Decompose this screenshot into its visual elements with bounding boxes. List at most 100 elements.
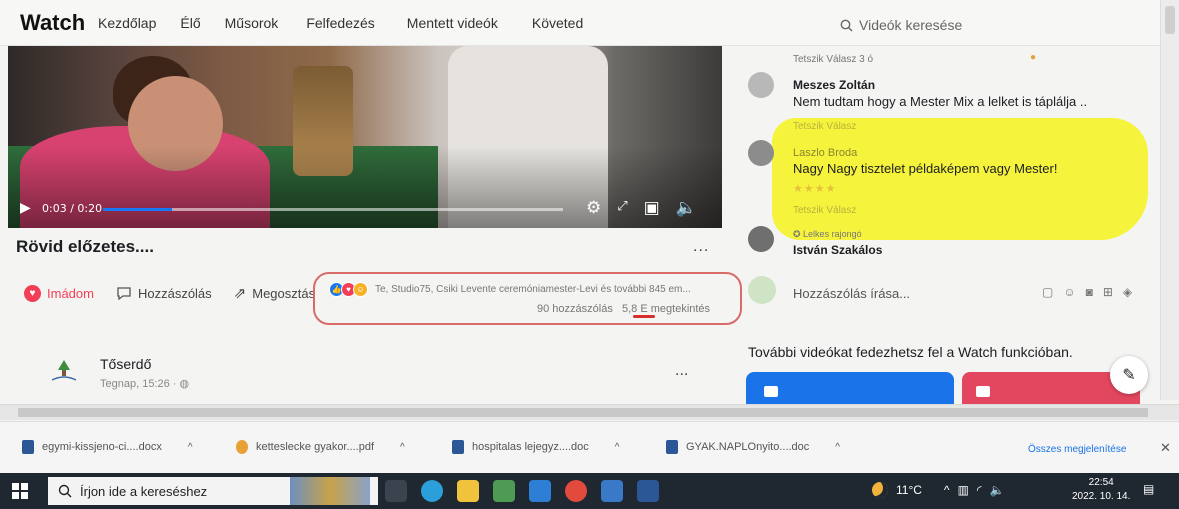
share-button[interactable]: ⇗ Megosztás bbox=[234, 284, 315, 302]
care-reaction-icon: ☺ bbox=[353, 282, 368, 297]
show-all-downloads-link[interactable]: Összes megjelenítése bbox=[1028, 444, 1126, 455]
comment-author[interactable]: Meszes Zoltán bbox=[793, 78, 875, 92]
play-icon[interactable]: ▶ bbox=[20, 199, 31, 216]
nav-home[interactable]: Kezdőlap bbox=[98, 15, 156, 31]
globe-icon: ◍ bbox=[179, 378, 190, 390]
windows-start-icon[interactable] bbox=[12, 483, 28, 499]
weather-moon-icon[interactable] bbox=[872, 482, 888, 498]
clock-time: 22:54 bbox=[1088, 477, 1114, 488]
page-scrollbar[interactable] bbox=[1160, 0, 1179, 400]
watch-brand[interactable]: Watch bbox=[20, 10, 85, 36]
nav-saved-videos[interactable]: Mentett videók bbox=[407, 15, 498, 31]
page-name[interactable]: Tőserdő bbox=[100, 356, 151, 372]
nav-explore[interactable]: Felfedezés bbox=[306, 15, 374, 31]
love-button[interactable]: ♥ Imádom bbox=[24, 284, 94, 302]
post-time: Tegnap, 15:26 · ◍ bbox=[100, 377, 189, 390]
comment-count[interactable]: 90 hozzászólás bbox=[537, 303, 613, 315]
miniplayer-icon[interactable]: ▣ bbox=[644, 198, 660, 218]
video-controls: ▶ 0:03 / 0:20 ⚙ ⤢ ▣ 🔈 bbox=[8, 196, 722, 226]
chevron-up-icon[interactable]: ^ bbox=[188, 442, 193, 453]
post-actions: ♥ Imádom Hozzászólás ⇗ Megosztás bbox=[24, 284, 337, 302]
expand-icon[interactable]: ⤢ bbox=[617, 198, 627, 218]
love-label: Imádom bbox=[47, 285, 94, 301]
avatar-sticker-icon[interactable]: ◈ bbox=[1123, 285, 1132, 299]
comment-author[interactable]: István Szakálos bbox=[793, 243, 882, 257]
close-icon[interactable]: ✕ bbox=[1160, 440, 1171, 456]
download-item[interactable]: egymi-kissjeno-ci....docx ^ bbox=[22, 440, 193, 454]
gif-icon[interactable]: ⊞ bbox=[1103, 285, 1113, 299]
download-filename: egymi-kissjeno-ci....docx bbox=[42, 441, 162, 453]
toserdo-logo-icon[interactable] bbox=[48, 356, 80, 388]
current-user-avatar[interactable] bbox=[748, 276, 776, 304]
comment-button[interactable]: Hozzászólás bbox=[116, 286, 212, 301]
temperature[interactable]: 11°C bbox=[896, 483, 922, 497]
wifi-icon[interactable]: ◜ bbox=[977, 483, 982, 497]
word-icon[interactable] bbox=[637, 480, 659, 502]
chrome-pdf-icon bbox=[236, 440, 248, 454]
download-item[interactable]: hospitalas lejegyz....doc ^ bbox=[452, 440, 620, 454]
avatar[interactable] bbox=[748, 226, 774, 252]
windows-taskbar: Írjon ide a kereséshez 11°C ^ ▥ ◜ 🔈 22:5… bbox=[0, 473, 1179, 509]
taskbar-search-placeholder: Írjon ide a kereséshez bbox=[80, 483, 208, 499]
comment-author[interactable]: Laszlo Broda bbox=[793, 147, 857, 159]
emoji-icon[interactable]: ☺ bbox=[1063, 285, 1075, 299]
comment-2-meta[interactable]: Tetszik Válasz bbox=[793, 205, 856, 216]
volume-icon[interactable]: 🔈 bbox=[676, 198, 697, 218]
reaction-emoji-icon: ● bbox=[1030, 52, 1037, 63]
taskbar-clock[interactable]: 22:54 2022. 10. 14. bbox=[1072, 476, 1130, 504]
avatar[interactable] bbox=[748, 72, 774, 98]
share-arrow-icon: ⇗ bbox=[233, 285, 247, 302]
highlight-marker-annotation bbox=[772, 118, 1148, 240]
download-filename: hospitalas lejegyz....doc bbox=[472, 441, 589, 453]
chrome-icon[interactable] bbox=[565, 480, 587, 502]
nav-live[interactable]: Élő bbox=[180, 15, 200, 31]
volume-icon[interactable]: 🔈 bbox=[990, 483, 1005, 497]
video-play-icon bbox=[764, 386, 778, 397]
settings-gear-icon[interactable]: ⚙ bbox=[586, 198, 601, 218]
nav-shows[interactable]: Műsorok bbox=[225, 15, 279, 31]
nav-following[interactable]: Követed bbox=[532, 15, 583, 31]
write-comment-input[interactable]: Hozzászólás írása... bbox=[793, 286, 910, 301]
comment-1-meta[interactable]: Tetszik Válasz bbox=[793, 121, 856, 132]
task-view-icon[interactable] bbox=[385, 480, 407, 502]
camera-icon[interactable]: ◙ bbox=[1086, 285, 1093, 299]
download-item[interactable]: GYAK.NAPLOnyito....doc ^ bbox=[666, 440, 840, 454]
search-icon bbox=[840, 19, 853, 31]
scrollbar-thumb[interactable] bbox=[1165, 6, 1175, 34]
edge-icon[interactable] bbox=[421, 480, 443, 502]
download-item[interactable]: ketteslecke gyakor....pdf ^ bbox=[236, 440, 405, 454]
store-icon[interactable] bbox=[493, 480, 515, 502]
file-explorer-icon[interactable] bbox=[457, 480, 479, 502]
reaction-names[interactable]: Te, Studio75, Csiki Levente ceremóniames… bbox=[375, 284, 691, 295]
views-underline-annotation bbox=[633, 315, 655, 318]
badge-icon: ✪ bbox=[793, 229, 804, 239]
horizontal-scrollbar[interactable] bbox=[0, 404, 1179, 420]
save-disk-icon[interactable] bbox=[601, 480, 623, 502]
post-options-button[interactable]: ... bbox=[693, 238, 709, 256]
search-icon bbox=[58, 484, 72, 498]
taskbar-apps bbox=[385, 480, 659, 502]
downloads-bar: egymi-kissjeno-ci....docx ^ ketteslecke … bbox=[0, 421, 1179, 473]
post-time-text: Tegnap, 15:26 · bbox=[100, 378, 180, 390]
mail-icon[interactable] bbox=[529, 480, 551, 502]
chevron-up-icon[interactable]: ^ bbox=[835, 442, 840, 453]
sticker-icon[interactable]: ▢ bbox=[1042, 285, 1053, 299]
comment-0-meta[interactable]: Tetszik Válasz 3 ó bbox=[793, 54, 873, 65]
avatar[interactable] bbox=[748, 140, 774, 166]
compose-edit-icon[interactable]: ✎ bbox=[1110, 356, 1148, 394]
chevron-up-icon[interactable]: ^ bbox=[400, 442, 405, 453]
comment-text: Nagy Nagy tisztelet példaképem vagy Mest… bbox=[793, 161, 1058, 176]
video-control-icons: ⚙ ⤢ ▣ 🔈 bbox=[586, 198, 697, 218]
horizontal-scrollbar-thumb[interactable] bbox=[18, 408, 1148, 417]
network-icon[interactable]: ▥ bbox=[958, 483, 969, 497]
video-player[interactable]: ▶ 0:03 / 0:20 ⚙ ⤢ ▣ 🔈 bbox=[8, 46, 722, 228]
notification-icon[interactable]: ▤ bbox=[1143, 482, 1161, 500]
watch-video-card[interactable] bbox=[746, 372, 954, 406]
word-file-icon bbox=[666, 440, 678, 454]
video-progress-bar[interactable] bbox=[103, 208, 563, 211]
reaction-icons[interactable]: 👍 ♥ ☺ bbox=[329, 282, 368, 297]
video-search[interactable]: Videók keresése bbox=[840, 17, 962, 33]
chevron-up-icon[interactable]: ^ bbox=[615, 442, 620, 453]
tray-chevron-icon[interactable]: ^ bbox=[944, 483, 950, 497]
next-post-options-button[interactable]: ... bbox=[675, 362, 688, 380]
